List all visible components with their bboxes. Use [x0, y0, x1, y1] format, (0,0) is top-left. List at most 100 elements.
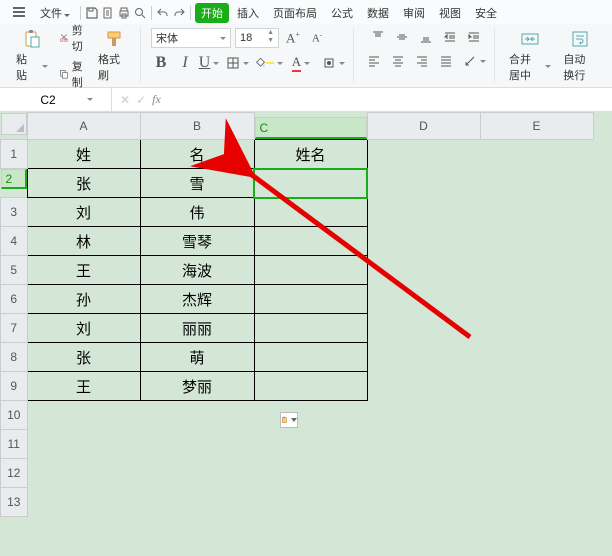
cell-A6[interactable]: 孙 [27, 285, 140, 314]
row-head[interactable]: 6 [1, 285, 28, 314]
highlight-icon[interactable] [319, 54, 347, 72]
name-box[interactable] [0, 88, 112, 111]
cell-E8[interactable] [480, 343, 593, 372]
increase-font-icon[interactable]: A+ [283, 29, 303, 47]
border-icon[interactable] [223, 54, 251, 72]
indent-right-icon[interactable] [464, 28, 484, 46]
cell-C11[interactable] [254, 430, 367, 459]
col-head-E[interactable]: E [480, 113, 593, 140]
cell-A9[interactable]: 王 [27, 372, 140, 401]
cell-D7[interactable] [367, 314, 480, 343]
cell-D2[interactable] [367, 169, 480, 198]
cell-E12[interactable] [480, 459, 593, 488]
cell-A4[interactable]: 林 [27, 227, 140, 256]
cell-E6[interactable] [480, 285, 593, 314]
confirm-icon[interactable]: ✓ [136, 93, 146, 107]
cell-A1[interactable]: 姓 [27, 140, 140, 169]
cell-E1[interactable] [480, 140, 593, 169]
cell-D13[interactable] [367, 488, 480, 517]
column-headers[interactable]: A B C D E [1, 113, 594, 140]
row-head[interactable]: 9 [1, 372, 28, 401]
copy-button[interactable]: 复制 [56, 57, 90, 91]
font-size-select[interactable]: 18▲▼ [235, 28, 279, 48]
row-head[interactable]: 3 [1, 198, 28, 227]
qat-print-icon[interactable] [117, 6, 131, 20]
cell-C13[interactable] [254, 488, 367, 517]
cell-D8[interactable] [367, 343, 480, 372]
cell-A5[interactable]: 王 [27, 256, 140, 285]
cell-C4[interactable] [254, 227, 367, 256]
cell-D12[interactable] [367, 459, 480, 488]
align-right-icon[interactable] [412, 52, 432, 70]
col-head-D[interactable]: D [367, 113, 480, 140]
bold-icon[interactable]: B [151, 54, 171, 72]
name-box-input[interactable] [18, 92, 78, 108]
qat-preview-icon[interactable] [133, 6, 147, 20]
qat-newdoc-icon[interactable] [101, 6, 115, 20]
tab-layout[interactable]: 页面布局 [267, 3, 323, 23]
qat-redo-icon[interactable] [172, 6, 186, 20]
fontcolor-icon[interactable]: A [287, 54, 315, 72]
cell-D9[interactable] [367, 372, 480, 401]
cell-C2[interactable] [254, 169, 367, 198]
align-middle-icon[interactable] [392, 28, 412, 46]
cell-E9[interactable] [480, 372, 593, 401]
cell-A7[interactable]: 刘 [27, 314, 140, 343]
cell-A3[interactable]: 刘 [27, 198, 140, 227]
cell-B2[interactable]: 雪 [140, 169, 254, 198]
cell-E13[interactable] [480, 488, 593, 517]
cell-B8[interactable]: 萌 [140, 343, 254, 372]
justify-icon[interactable] [436, 52, 456, 70]
italic-icon[interactable]: I [175, 54, 195, 72]
col-head-A[interactable]: A [27, 113, 140, 140]
wrap-button[interactable]: 自动换行 [559, 27, 600, 85]
cell-E2[interactable] [480, 169, 593, 198]
row-head[interactable]: 12 [1, 459, 28, 488]
cell-C1[interactable]: 姓名 [254, 140, 367, 169]
orientation-icon[interactable] [460, 52, 488, 70]
merge-button[interactable]: 合并居中 [505, 27, 555, 85]
cell-B10[interactable] [140, 401, 254, 430]
cell-B11[interactable] [140, 430, 254, 459]
cell-E3[interactable] [480, 198, 593, 227]
row-head[interactable]: 8 [1, 343, 28, 372]
cell-B13[interactable] [140, 488, 254, 517]
cell-C10[interactable] [254, 401, 367, 430]
cut-button[interactable]: 剪切 [56, 21, 90, 55]
row-head[interactable]: 1 [1, 140, 28, 169]
align-left-icon[interactable] [364, 52, 384, 70]
paste-options-icon[interactable] [280, 412, 298, 428]
tab-view[interactable]: 视图 [433, 3, 467, 23]
cell-D5[interactable] [367, 256, 480, 285]
row-head[interactable]: 4 [1, 227, 28, 256]
tab-formula[interactable]: 公式 [325, 3, 359, 23]
col-head-B[interactable]: B [140, 113, 254, 140]
cell-B6[interactable]: 杰辉 [140, 285, 254, 314]
cell-E4[interactable] [480, 227, 593, 256]
tab-data[interactable]: 数据 [361, 3, 395, 23]
font-name-select[interactable]: 宋体 [151, 28, 231, 48]
cell-D10[interactable] [367, 401, 480, 430]
paste-button[interactable]: 粘贴 [12, 27, 52, 85]
row-head[interactable]: 10 [1, 401, 28, 430]
cell-E7[interactable] [480, 314, 593, 343]
select-all-corner[interactable] [1, 113, 27, 135]
row-head[interactable]: 2 [1, 169, 27, 189]
cell-A13[interactable] [27, 488, 140, 517]
underline-icon[interactable]: U [199, 54, 219, 72]
align-top-icon[interactable] [368, 28, 388, 46]
cell-E11[interactable] [480, 430, 593, 459]
tab-insert[interactable]: 插入 [231, 3, 265, 23]
cell-C8[interactable] [254, 343, 367, 372]
cell-D6[interactable] [367, 285, 480, 314]
cell-A10[interactable] [27, 401, 140, 430]
cell-A12[interactable] [27, 459, 140, 488]
fillcolor-icon[interactable] [255, 54, 283, 72]
tab-review[interactable]: 审阅 [397, 3, 431, 23]
col-head-C[interactable]: C [255, 117, 367, 139]
row-head[interactable]: 7 [1, 314, 28, 343]
row-head[interactable]: 11 [1, 430, 28, 459]
cell-C3[interactable] [254, 198, 367, 227]
cell-C5[interactable] [254, 256, 367, 285]
cell-C7[interactable] [254, 314, 367, 343]
